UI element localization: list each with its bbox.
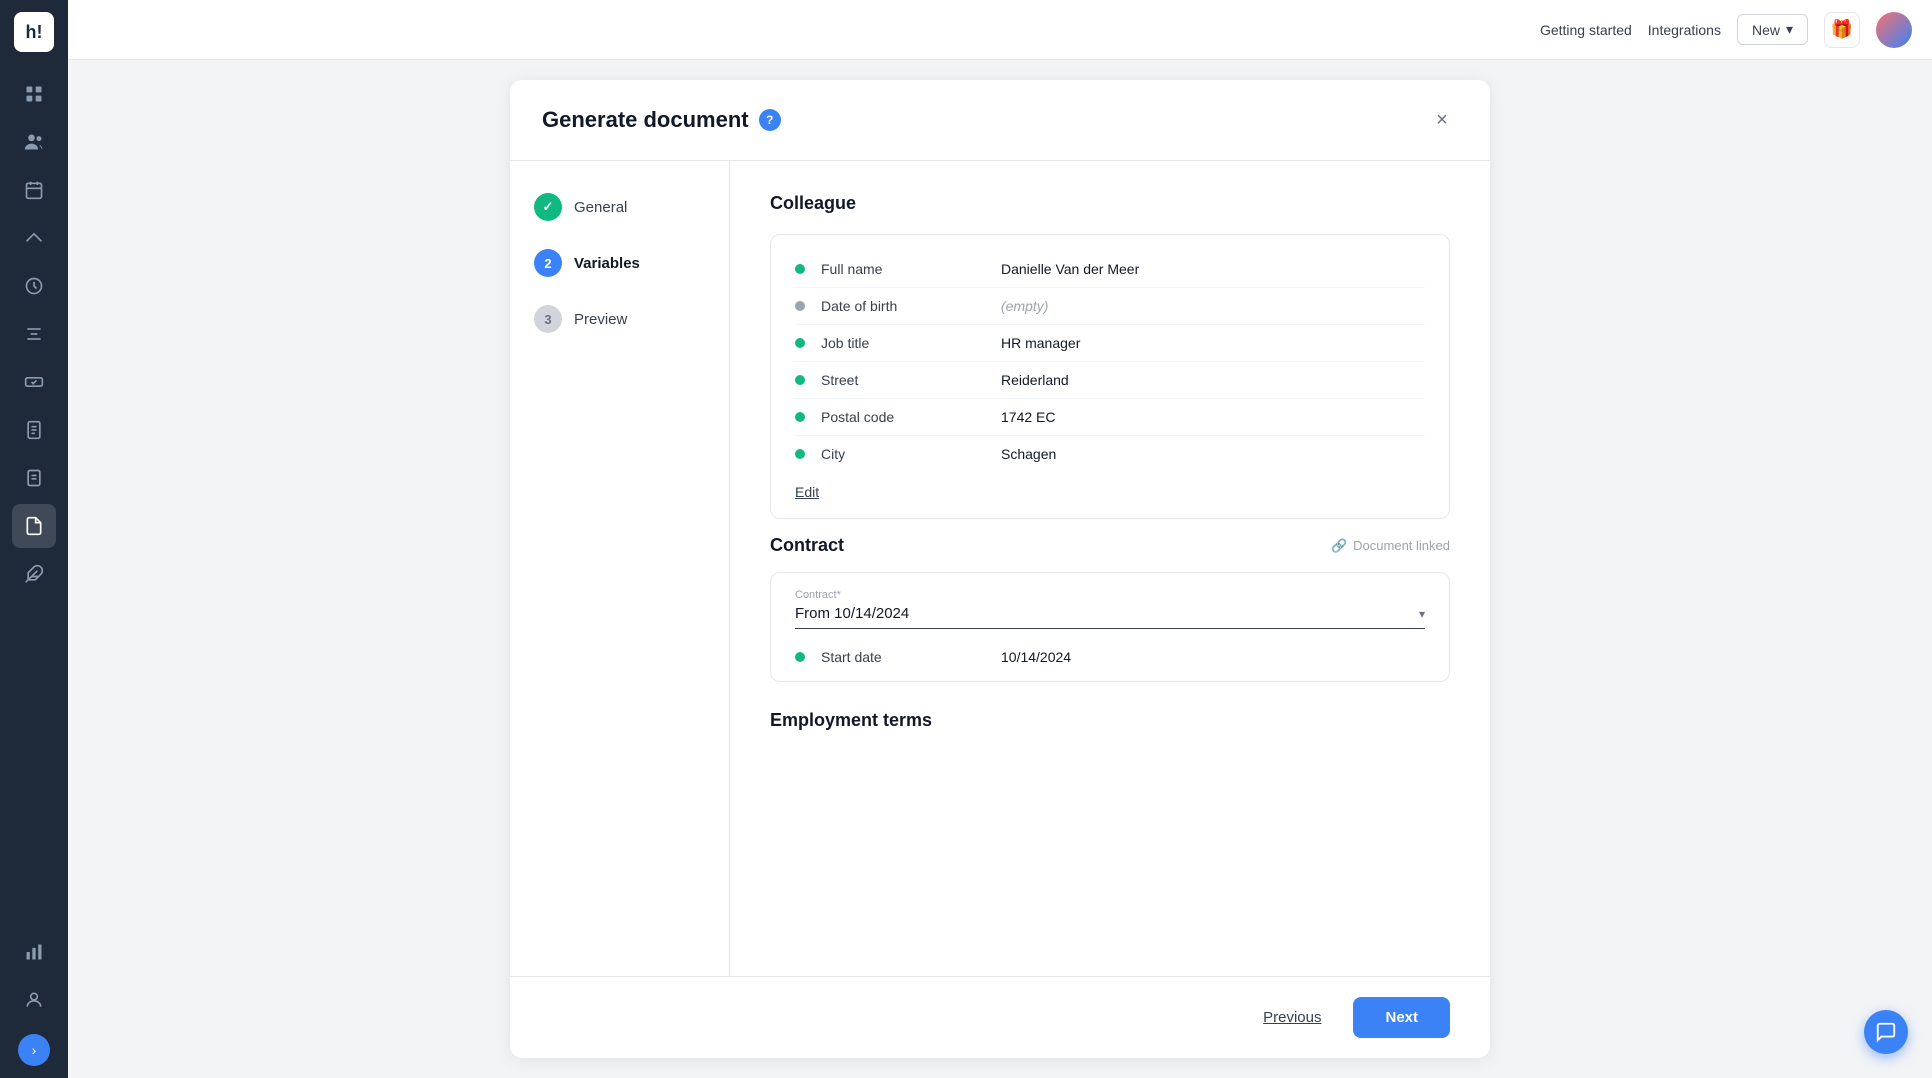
jobtitle-value: HR manager — [1001, 335, 1080, 351]
startdate-label: Start date — [821, 649, 1001, 665]
dob-value: (empty) — [1001, 298, 1048, 314]
info-row-postalcode: Postal code 1742 EC — [795, 399, 1425, 436]
step-preview-badge: 3 — [534, 305, 562, 333]
street-value: Reiderland — [1001, 372, 1069, 388]
avatar[interactable] — [1876, 12, 1912, 48]
document-linked-label: Document linked — [1353, 538, 1450, 553]
sidebar-item-time[interactable] — [12, 264, 56, 308]
fullname-status-dot — [795, 264, 805, 274]
dob-label: Date of birth — [821, 298, 1001, 314]
step-general-badge: ✓ — [534, 193, 562, 221]
contract-select-field[interactable]: From 10/14/2024 ▾ — [795, 605, 1425, 629]
step-preview-label: Preview — [574, 311, 627, 328]
sidebar-item-dashboard[interactable] — [12, 72, 56, 116]
getting-started-link[interactable]: Getting started — [1540, 22, 1632, 38]
sidebar-item-people[interactable] — [12, 120, 56, 164]
jobtitle-status-dot — [795, 338, 805, 348]
sidebar-item-tools[interactable] — [12, 312, 56, 356]
city-label: City — [821, 446, 1001, 462]
startdate-value: 10/14/2024 — [1001, 649, 1071, 665]
info-row-fullname: Full name Danielle Van der Meer — [795, 251, 1425, 288]
sidebar-item-travel[interactable] — [12, 216, 56, 260]
jobtitle-label: Job title — [821, 335, 1001, 351]
document-linked-status: 🔗 Document linked — [1331, 538, 1450, 554]
employment-section-title: Employment terms — [770, 710, 1450, 731]
info-row-city: City Schagen — [795, 436, 1425, 472]
step-general[interactable]: ✓ General — [534, 193, 705, 221]
step-general-label: General — [574, 199, 627, 216]
fullname-value: Danielle Van der Meer — [1001, 261, 1139, 277]
sidebar-item-documents[interactable] — [12, 504, 56, 548]
help-icon[interactable]: ? — [759, 109, 781, 131]
new-button[interactable]: New ▾ — [1737, 14, 1808, 45]
sidebar-item-calendar[interactable] — [12, 168, 56, 212]
step-preview[interactable]: 3 Preview — [534, 305, 705, 333]
contract-select-value: From 10/14/2024 — [795, 605, 909, 622]
startdate-status-dot — [795, 652, 805, 662]
postalcode-status-dot — [795, 412, 805, 422]
city-value: Schagen — [1001, 446, 1056, 462]
modal-footer: Previous Next — [510, 976, 1490, 1058]
content-panel: Colleague Full name Danielle Van der Mee… — [730, 161, 1490, 976]
step-variables-badge: 2 — [534, 249, 562, 277]
info-row-jobtitle: Job title HR manager — [795, 325, 1425, 362]
street-status-dot — [795, 375, 805, 385]
info-row-street: Street Reiderland — [795, 362, 1425, 399]
street-label: Street — [821, 372, 1001, 388]
contract-section-header: Contract 🔗 Document linked — [770, 535, 1450, 556]
link-icon: 🔗 — [1331, 538, 1347, 554]
edit-link[interactable]: Edit — [795, 484, 819, 500]
modal-title-text: Generate document — [542, 107, 749, 133]
gift-icon[interactable]: 🎁 — [1824, 12, 1860, 48]
step-variables[interactable]: 2 Variables — [534, 249, 705, 277]
chevron-down-icon: ▾ — [1786, 21, 1793, 38]
postalcode-value: 1742 EC — [1001, 409, 1055, 425]
sidebar-item-user[interactable] — [12, 978, 56, 1022]
fullname-label: Full name — [821, 261, 1001, 277]
generate-document-modal: Generate document ? × ✓ General 2 Variab… — [510, 80, 1490, 1058]
sidebar-item-reports[interactable] — [12, 408, 56, 452]
info-row-startdate: Start date 10/14/2024 — [795, 641, 1425, 665]
contract-select-card: Contract* From 10/14/2024 ▾ Start date 1… — [770, 572, 1450, 682]
contract-dropdown-arrow: ▾ — [1419, 607, 1425, 621]
postalcode-label: Postal code — [821, 409, 1001, 425]
modal-body: ✓ General 2 Variables 3 Preview Coll — [510, 161, 1490, 976]
sidebar-bottom: › — [12, 930, 56, 1066]
sidebar-item-handshake[interactable] — [12, 360, 56, 404]
contract-section-title: Contract — [770, 535, 844, 556]
top-navigation: Getting started Integrations New ▾ 🎁 — [68, 0, 1932, 60]
next-button[interactable]: Next — [1353, 997, 1450, 1038]
chat-fab-button[interactable] — [1864, 1010, 1908, 1054]
modal-header: Generate document ? × — [510, 80, 1490, 161]
page-content: Generate document ? × ✓ General 2 Variab… — [68, 60, 1932, 1078]
main-area: Getting started Integrations New ▾ 🎁 Gen… — [68, 0, 1932, 1078]
integrations-link[interactable]: Integrations — [1648, 22, 1721, 38]
colleague-section-title: Colleague — [770, 193, 1450, 214]
sidebar-item-integrations2[interactable] — [12, 552, 56, 596]
steps-panel: ✓ General 2 Variables 3 Preview — [510, 161, 730, 976]
sidebar-item-tasks[interactable] — [12, 456, 56, 500]
contract-select-label: Contract* — [795, 589, 1425, 601]
colleague-info-card: Full name Danielle Van der Meer Date of … — [770, 234, 1450, 519]
previous-button[interactable]: Previous — [1247, 999, 1337, 1036]
dob-status-dot — [795, 301, 805, 311]
city-status-dot — [795, 449, 805, 459]
close-button[interactable]: × — [1426, 104, 1458, 136]
info-row-dob: Date of birth (empty) — [795, 288, 1425, 325]
sidebar: h! › — [0, 0, 68, 1078]
sidebar-item-analytics[interactable] — [12, 930, 56, 974]
sidebar-logo[interactable]: h! — [14, 12, 54, 52]
modal-title-area: Generate document ? — [542, 107, 781, 133]
step-variables-label: Variables — [574, 255, 640, 272]
sidebar-expand-button[interactable]: › — [18, 1034, 50, 1066]
